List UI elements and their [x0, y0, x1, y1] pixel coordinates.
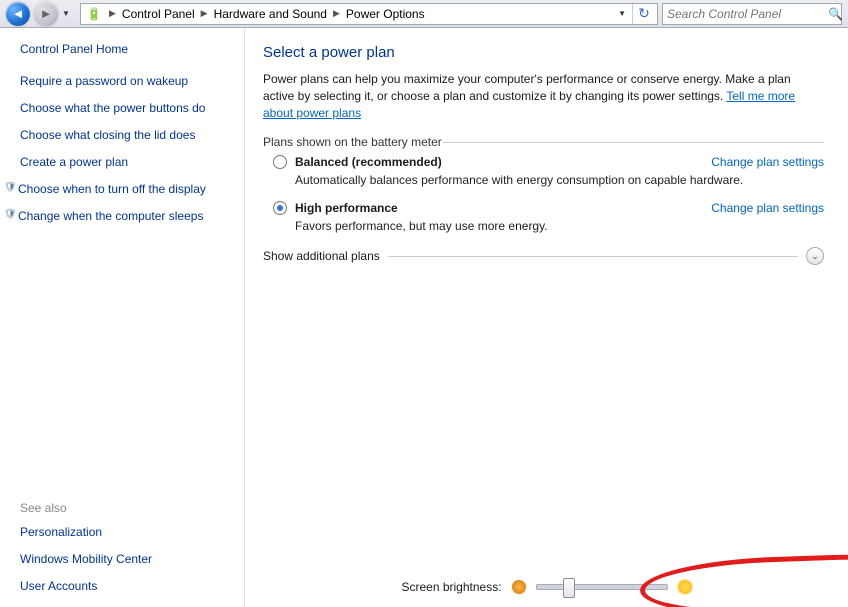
plan-high-performance: High performance Change plan settings Fa…	[273, 201, 824, 233]
plan-high-performance-radio[interactable]	[273, 201, 287, 215]
chevron-right-icon: ▶	[197, 8, 212, 19]
brightness-row: Screen brightness:	[245, 574, 848, 600]
plan-name[interactable]: Balanced (recommended)	[295, 155, 442, 169]
show-additional-plans[interactable]: Show additional plans ⌄	[263, 247, 824, 265]
nav-back-button[interactable]: ◄	[6, 2, 30, 26]
page-title: Select a power plan	[263, 44, 824, 61]
content-body: Control Panel Home Require a password on…	[0, 28, 848, 607]
change-plan-settings-link[interactable]: Change plan settings	[711, 155, 824, 169]
chevron-right-icon: ▶	[329, 8, 344, 19]
shield-icon: 🛡	[4, 209, 18, 222]
nav-history-dropdown[interactable]: ▼	[60, 9, 72, 18]
main-pane: Select a power plan Power plans can help…	[245, 28, 848, 607]
breadcrumb[interactable]: Control Panel	[120, 7, 197, 21]
search-box[interactable]: 🔍	[662, 3, 842, 25]
plans-group-label: Plans shown on the battery meter	[263, 135, 824, 149]
plan-name[interactable]: High performance	[295, 201, 398, 215]
brightness-label: Screen brightness:	[401, 580, 501, 594]
sidebar-link-display-off[interactable]: 🛡Choose when to turn off the display	[20, 182, 232, 197]
arrow-right-icon: ►	[40, 6, 53, 21]
sidebar-link-create-plan[interactable]: Create a power plan	[20, 155, 232, 170]
intro-text: Power plans can help you maximize your c…	[263, 71, 824, 121]
arrow-left-icon: ◄	[12, 6, 25, 21]
address-bar[interactable]: 🔋 ▶ Control Panel ▶ Hardware and Sound ▶…	[80, 3, 658, 25]
control-panel-home-link[interactable]: Control Panel Home	[20, 42, 232, 56]
slider-thumb[interactable]	[563, 578, 575, 598]
sidebar-link-power-buttons[interactable]: Choose what the power buttons do	[20, 101, 232, 116]
brightness-dim-icon	[512, 580, 526, 594]
sidebar-link-password[interactable]: Require a password on wakeup	[20, 74, 232, 89]
brightness-bright-icon	[678, 580, 692, 594]
plan-balanced-radio[interactable]	[273, 155, 287, 169]
battery-icon: 🔋	[86, 6, 102, 22]
breadcrumb[interactable]: Hardware and Sound	[212, 7, 329, 21]
refresh-icon: ↻	[638, 5, 650, 22]
chevron-down-icon[interactable]: ⌄	[806, 247, 824, 265]
see-also-personalization[interactable]: Personalization	[20, 525, 232, 540]
sidebar-link-lid[interactable]: Choose what closing the lid does	[20, 128, 232, 143]
plan-balanced: Balanced (recommended) Change plan setti…	[273, 155, 824, 187]
plan-description: Automatically balances performance with …	[295, 173, 824, 187]
sidebar-link-sleep[interactable]: 🛡Change when the computer sleeps	[20, 209, 232, 224]
search-icon: 🔍	[828, 7, 843, 21]
shield-icon: 🛡	[4, 182, 18, 195]
power-options-window: ◄ ► ▼ 🔋 ▶ Control Panel ▶ Hardware and S…	[0, 0, 848, 607]
see-also-heading: See also	[20, 501, 232, 515]
plan-description: Favors performance, but may use more ene…	[295, 219, 824, 233]
see-also-user-accounts[interactable]: User Accounts	[20, 579, 232, 594]
divider	[443, 142, 824, 143]
sidebar: Control Panel Home Require a password on…	[0, 28, 245, 607]
nav-forward-button[interactable]: ►	[34, 2, 58, 26]
breadcrumb[interactable]: Power Options	[344, 7, 427, 21]
divider	[388, 256, 798, 257]
see-also-mobility-center[interactable]: Windows Mobility Center	[20, 552, 232, 567]
address-dropdown[interactable]: ▼	[612, 9, 632, 18]
chevron-right-icon: ▶	[105, 8, 120, 19]
brightness-slider[interactable]	[536, 584, 668, 590]
change-plan-settings-link[interactable]: Change plan settings	[711, 201, 824, 215]
refresh-button[interactable]: ↻	[632, 4, 655, 24]
search-input[interactable]	[663, 7, 828, 21]
titlebar: ◄ ► ▼ 🔋 ▶ Control Panel ▶ Hardware and S…	[0, 0, 848, 28]
